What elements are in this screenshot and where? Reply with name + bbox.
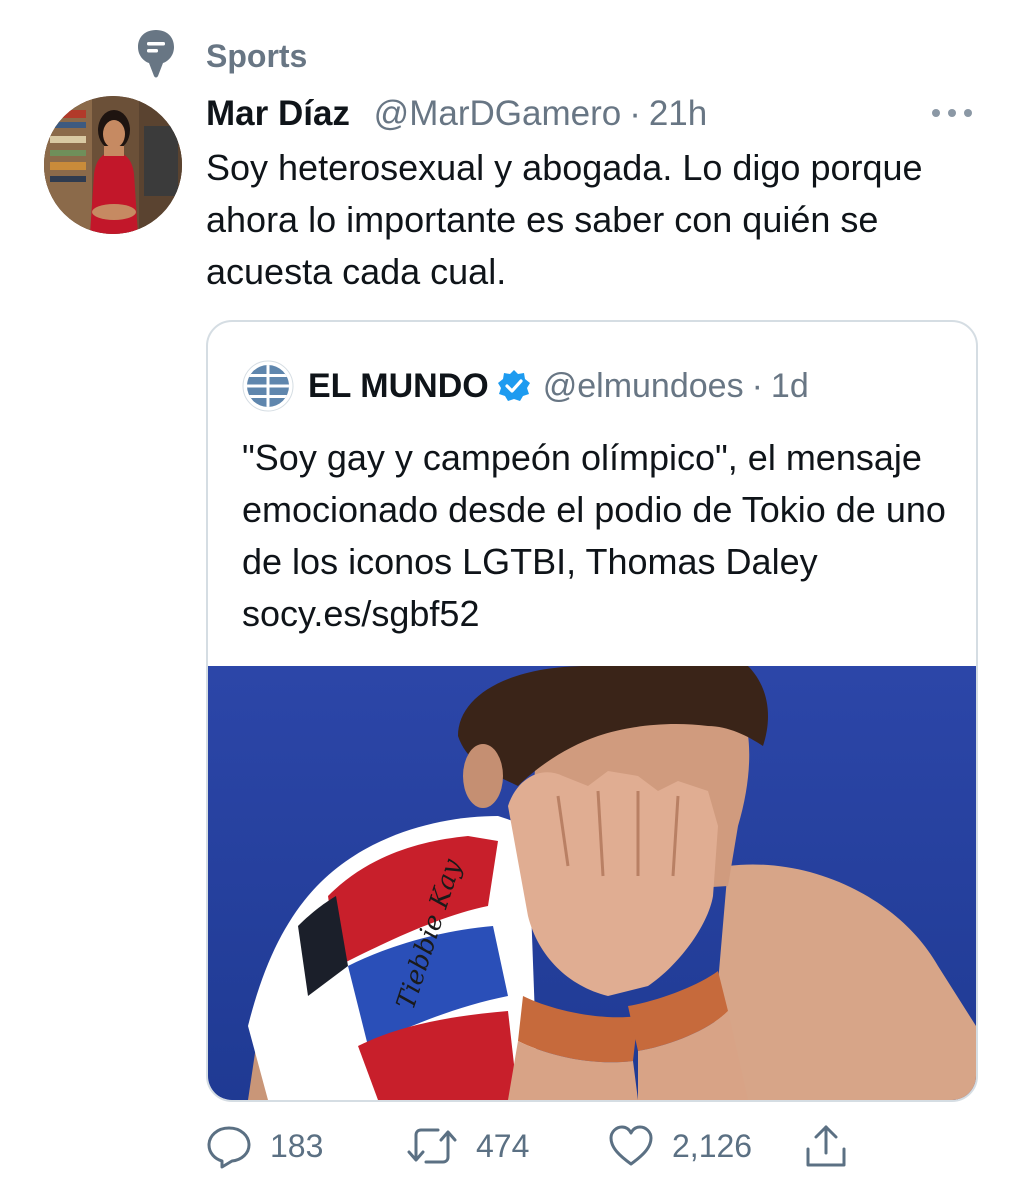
retweet-icon xyxy=(407,1128,457,1164)
verified-badge-icon xyxy=(497,370,530,401)
like-button[interactable]: 2,126 xyxy=(608,1118,752,1174)
more-dots-icon[interactable] xyxy=(930,98,974,128)
reply-icon xyxy=(207,1126,251,1169)
topic-context[interactable]: Sports xyxy=(136,28,307,80)
topic-bubble-icon xyxy=(138,30,174,78)
share-button[interactable] xyxy=(804,1118,848,1174)
quoted-time[interactable]: 1d xyxy=(771,364,809,408)
avatar-photo xyxy=(44,96,182,234)
quoted-author-name[interactable]: EL MUNDO xyxy=(308,364,489,408)
quoted-header: EL MUNDO @elmundoes · 1d xyxy=(308,364,809,408)
tweet-header: Mar Díaz @MarDGamero · 21h xyxy=(206,92,707,136)
retweet-button[interactable]: 474 xyxy=(406,1118,529,1174)
el-mundo-logo xyxy=(242,360,294,412)
tweet-actions: 183 474 2,126 xyxy=(206,1118,966,1174)
heart-icon xyxy=(609,1125,653,1166)
topic-label[interactable]: Sports xyxy=(206,38,307,75)
like-count: 2,126 xyxy=(672,1127,753,1164)
tweet-text: Soy heterosexual y abogada. Lo digo porq… xyxy=(206,147,923,292)
author-name[interactable]: Mar Díaz xyxy=(206,94,350,133)
author-handle[interactable]: @MarDGamero xyxy=(374,94,622,133)
quoted-image[interactable]: Tiebbie Kay xyxy=(208,666,976,1100)
share-icon xyxy=(806,1125,846,1167)
retweet-count: 474 xyxy=(476,1127,530,1164)
quoted-tweet[interactable]: EL MUNDO @elmundoes · 1d "Soy gay y campeó… xyxy=(206,320,978,1102)
quoted-separator: · xyxy=(751,367,763,405)
author-avatar[interactable] xyxy=(44,96,182,234)
tweet-time[interactable]: 21h xyxy=(649,94,707,133)
header-separator: · xyxy=(629,94,641,133)
quoted-author-handle[interactable]: @elmundoes xyxy=(543,364,744,408)
reply-count: 183 xyxy=(270,1127,324,1164)
reply-button[interactable]: 183 xyxy=(206,1118,323,1174)
quoted-text: "Soy gay y campeón olímpico", el mensaje… xyxy=(242,437,946,634)
